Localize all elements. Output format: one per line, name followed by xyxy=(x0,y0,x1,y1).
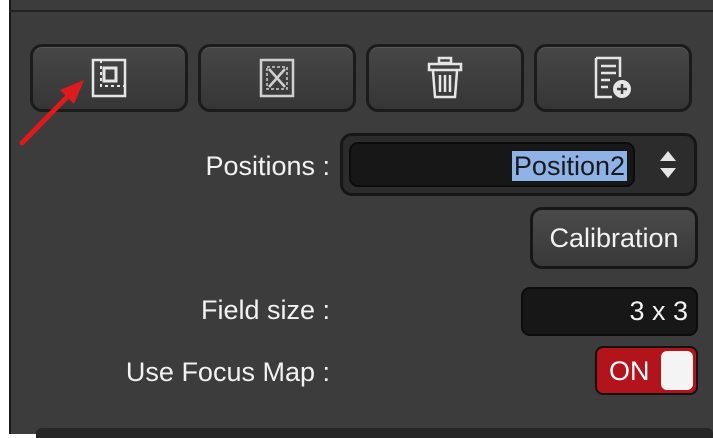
calibration-label: Calibration xyxy=(549,222,679,253)
clear-region-icon xyxy=(259,58,295,98)
use-focus-map-label: Use Focus Map : xyxy=(125,357,330,387)
positions-value[interactable]: Position2 xyxy=(511,151,627,181)
delete-button[interactable] xyxy=(366,44,524,112)
calibration-button[interactable]: Calibration xyxy=(530,207,698,269)
positions-field[interactable]: Position2 xyxy=(349,142,635,187)
add-to-list-button[interactable] xyxy=(534,44,692,112)
field-size-field[interactable]: 3 x 3 xyxy=(521,287,698,336)
bottom-panel-edge xyxy=(36,428,713,438)
toggle-knob xyxy=(661,351,693,390)
annotation-arrow-icon xyxy=(19,80,84,146)
positions-label: Positions : xyxy=(205,151,330,181)
positions-spinbox[interactable]: Position2 xyxy=(340,133,697,196)
trash-icon xyxy=(427,56,463,99)
toggle-state-text: ON xyxy=(609,356,650,386)
panel-divider xyxy=(9,10,713,12)
field-size-label: Field size : xyxy=(200,295,330,325)
list-add-icon xyxy=(594,56,631,99)
field-size-value: 3 x 3 xyxy=(629,296,688,326)
spin-arrows-icon[interactable] xyxy=(648,146,688,184)
focus-map-toggle[interactable]: ON xyxy=(595,346,698,395)
clear-region-button[interactable] xyxy=(198,44,356,112)
